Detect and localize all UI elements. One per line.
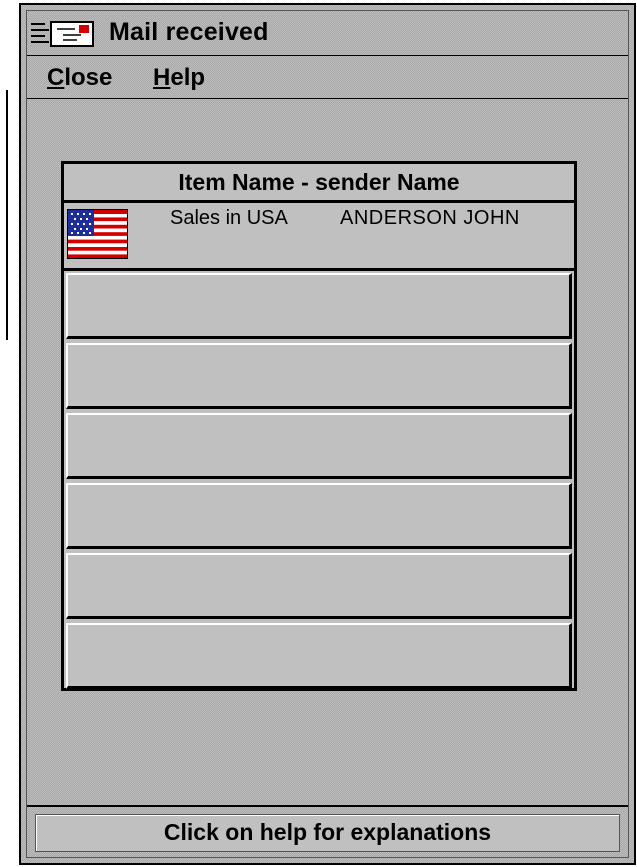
list-item[interactable]: Sales in USA ANDERSON JOHN: [64, 203, 574, 271]
list-item[interactable]: [66, 413, 572, 479]
list-header: Item Name - sender Name: [64, 164, 574, 203]
list-item[interactable]: [66, 553, 572, 619]
menu-help[interactable]: Help: [153, 64, 205, 92]
background-window-edge: [0, 0, 8, 340]
sender-name: ANDERSON JOHN: [340, 207, 520, 229]
main-panel: Item Name - sender Name Sales in USA AND…: [27, 99, 628, 857]
item-name: Sales in USA: [170, 207, 288, 229]
menu-close-label: lose: [64, 64, 113, 91]
list-item[interactable]: [66, 343, 572, 409]
menu-help-mnemonic: H: [153, 64, 171, 91]
mail-received-window: Mail received Close Help Item Name - sen…: [19, 3, 636, 865]
mail-list[interactable]: Item Name - sender Name Sales in USA AND…: [61, 161, 577, 691]
mail-envelope-icon: [31, 20, 95, 48]
window-title: Mail received: [109, 18, 269, 46]
menu-close[interactable]: Close: [47, 64, 112, 92]
us-flag-icon: [67, 209, 128, 259]
title-bar[interactable]: Mail received: [27, 11, 628, 56]
menu-help-label: elp: [170, 64, 206, 91]
status-bar: Click on help for explanations: [27, 805, 628, 857]
list-item[interactable]: [66, 483, 572, 549]
menu-bar: Close Help: [27, 56, 628, 99]
list-item[interactable]: [66, 273, 572, 339]
menu-close-mnemonic: C: [47, 64, 65, 91]
status-message: Click on help for explanations: [35, 814, 620, 852]
list-item[interactable]: [66, 623, 572, 689]
